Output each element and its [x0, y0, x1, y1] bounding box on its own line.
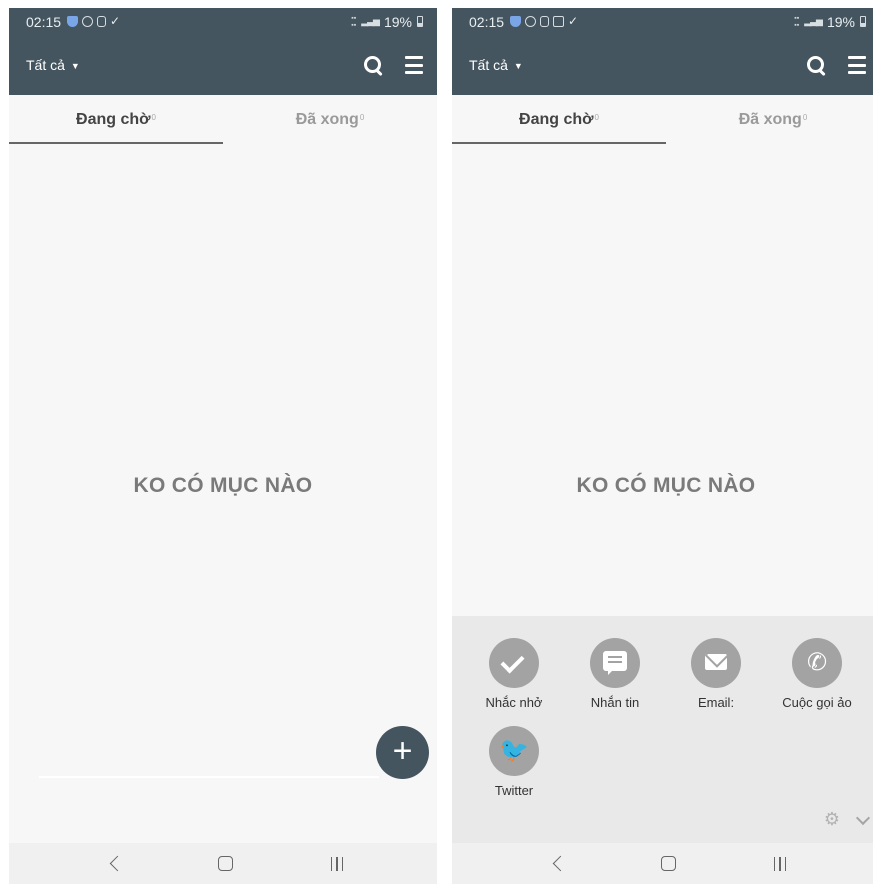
- app-bar: Tất cả ▼: [9, 35, 437, 95]
- filter-label: Tất cả: [469, 57, 508, 73]
- recents-icon: [773, 856, 787, 871]
- gear-icon[interactable]: ⚙: [824, 809, 840, 830]
- filter-dropdown[interactable]: Tất cả ▼: [26, 57, 80, 73]
- back-button[interactable]: [528, 843, 588, 884]
- phone-screen-left: 02:15 ✓ ▪▪ ▪▪ ▂▃▅ 19% Tất cả ▼ Đang chờ 0: [9, 8, 437, 884]
- empty-state-message: KO CÓ MỤC NÀO: [576, 474, 756, 497]
- tab-pending-count: 0: [151, 112, 156, 122]
- person-icon: [540, 16, 550, 27]
- badge-icon: [82, 16, 94, 27]
- sheet-item-label: Twitter: [494, 783, 534, 798]
- download-check-icon: ✓: [110, 14, 121, 28]
- volte-icon: ▪▪ ▪▪: [794, 14, 800, 29]
- system-indicators: ▪▪ ▪▪ ▂▃▅ 19%: [351, 14, 423, 30]
- menu-icon[interactable]: [848, 56, 866, 74]
- back-icon: [552, 855, 568, 872]
- tab-pending-label: Đang chờ: [519, 111, 594, 128]
- home-icon: [217, 856, 233, 871]
- tab-bar: Đang chờ 0 Đã xong 0: [9, 95, 437, 145]
- download-check-icon: ✓: [568, 14, 579, 28]
- sheet-item-message[interactable]: Nhắn tin: [565, 638, 665, 710]
- status-bar: 02:15 ✓ ▪▪ ▪▪ ▂▃▅ 19%: [452, 8, 873, 35]
- empty-state-message: KO CÓ MỤC NÀO: [133, 474, 313, 497]
- shield-icon: [510, 16, 522, 27]
- sheet-item-email[interactable]: Email:: [666, 638, 766, 710]
- status-bar: 02:15 ✓ ▪▪ ▪▪ ▂▃▅ 19%: [9, 8, 437, 35]
- sheet-item-label: Nhắn tin: [590, 695, 640, 710]
- home-icon: [660, 856, 676, 871]
- battery-icon: [417, 16, 423, 27]
- sheet-item-label: Email:: [697, 695, 735, 710]
- sheet-item-reminder[interactable]: Nhắc nhở: [464, 638, 564, 710]
- tab-pending[interactable]: Đang chờ 0: [452, 95, 666, 145]
- menu-icon[interactable]: [405, 56, 423, 74]
- tab-pending[interactable]: Đang chờ 0: [9, 95, 223, 145]
- twitter-icon: 🐦: [489, 726, 539, 776]
- signal-icon: ▂▃▅: [804, 16, 823, 26]
- tab-done-label: Đã xong: [295, 111, 359, 128]
- system-indicators: ▪▪ ▪▪ ▂▃▅ 19%: [794, 14, 866, 30]
- notification-icons: ✓: [510, 14, 579, 28]
- battery-percent: 19%: [826, 13, 855, 30]
- phone-call-icon: ✆: [792, 638, 842, 688]
- sheet-item-label: Nhắc nhở: [485, 695, 543, 710]
- tab-indicator: [452, 142, 666, 144]
- badge-icon: [525, 16, 537, 27]
- recents-button[interactable]: [307, 843, 367, 884]
- navigation-bar: [452, 843, 873, 884]
- shield-icon: [67, 16, 79, 27]
- sheet-item-fake-call[interactable]: ✆ Cuộc gọi ảo: [767, 638, 867, 710]
- phone-screen-right: 02:15 ✓ ▪▪ ▪▪ ▂▃▅ 19% Tất cả ▼ Đang chờ 0: [452, 8, 873, 884]
- check-icon: [489, 638, 539, 688]
- caret-down-icon: ▼: [70, 60, 80, 71]
- back-icon: [109, 855, 125, 872]
- home-button[interactable]: [638, 843, 698, 884]
- tab-indicator: [9, 142, 223, 144]
- tab-pending-count: 0: [594, 112, 599, 122]
- tab-bar: Đang chờ 0 Đã xong 0: [452, 95, 873, 145]
- tab-done[interactable]: Đã xong 0: [666, 95, 873, 145]
- battery-icon: [860, 16, 866, 27]
- person-icon: [97, 16, 107, 27]
- filter-dropdown[interactable]: Tất cả ▼: [469, 57, 523, 73]
- app-bar: Tất cả ▼: [452, 35, 873, 95]
- chevron-down-icon[interactable]: [855, 810, 871, 825]
- sheet-item-label: Cuộc gọi ảo: [782, 695, 852, 710]
- tab-done-count: 0: [802, 112, 808, 122]
- create-options-sheet: Nhắc nhở Nhắn tin Email: ✆ Cuộc gọi ảo 🐦…: [452, 616, 873, 843]
- email-icon: [691, 638, 741, 688]
- recents-button[interactable]: [750, 843, 810, 884]
- battery-percent: 19%: [383, 13, 412, 30]
- status-time: 02:15: [469, 13, 505, 30]
- home-button[interactable]: [195, 843, 255, 884]
- tab-pending-label: Đang chờ: [76, 111, 151, 128]
- search-icon[interactable]: [363, 55, 383, 77]
- notification-icons: ✓: [67, 14, 121, 28]
- tab-done[interactable]: Đã xong 0: [223, 95, 437, 145]
- tab-done-label: Đã xong: [738, 111, 802, 128]
- image-icon: [553, 16, 565, 27]
- caret-down-icon: ▼: [513, 60, 523, 71]
- recents-icon: [330, 856, 344, 871]
- sheet-item-twitter[interactable]: 🐦 Twitter: [464, 726, 564, 798]
- navigation-bar: [9, 843, 437, 884]
- tab-done-count: 0: [359, 112, 365, 122]
- search-icon[interactable]: [806, 55, 826, 77]
- signal-icon: ▂▃▅: [361, 16, 380, 26]
- volte-icon: ▪▪ ▪▪: [351, 14, 357, 29]
- back-button[interactable]: [85, 843, 145, 884]
- add-button[interactable]: +: [376, 726, 429, 779]
- status-time: 02:15: [26, 13, 62, 30]
- filter-label: Tất cả: [26, 57, 65, 73]
- message-icon: [590, 638, 640, 688]
- input-underline: [39, 776, 379, 778]
